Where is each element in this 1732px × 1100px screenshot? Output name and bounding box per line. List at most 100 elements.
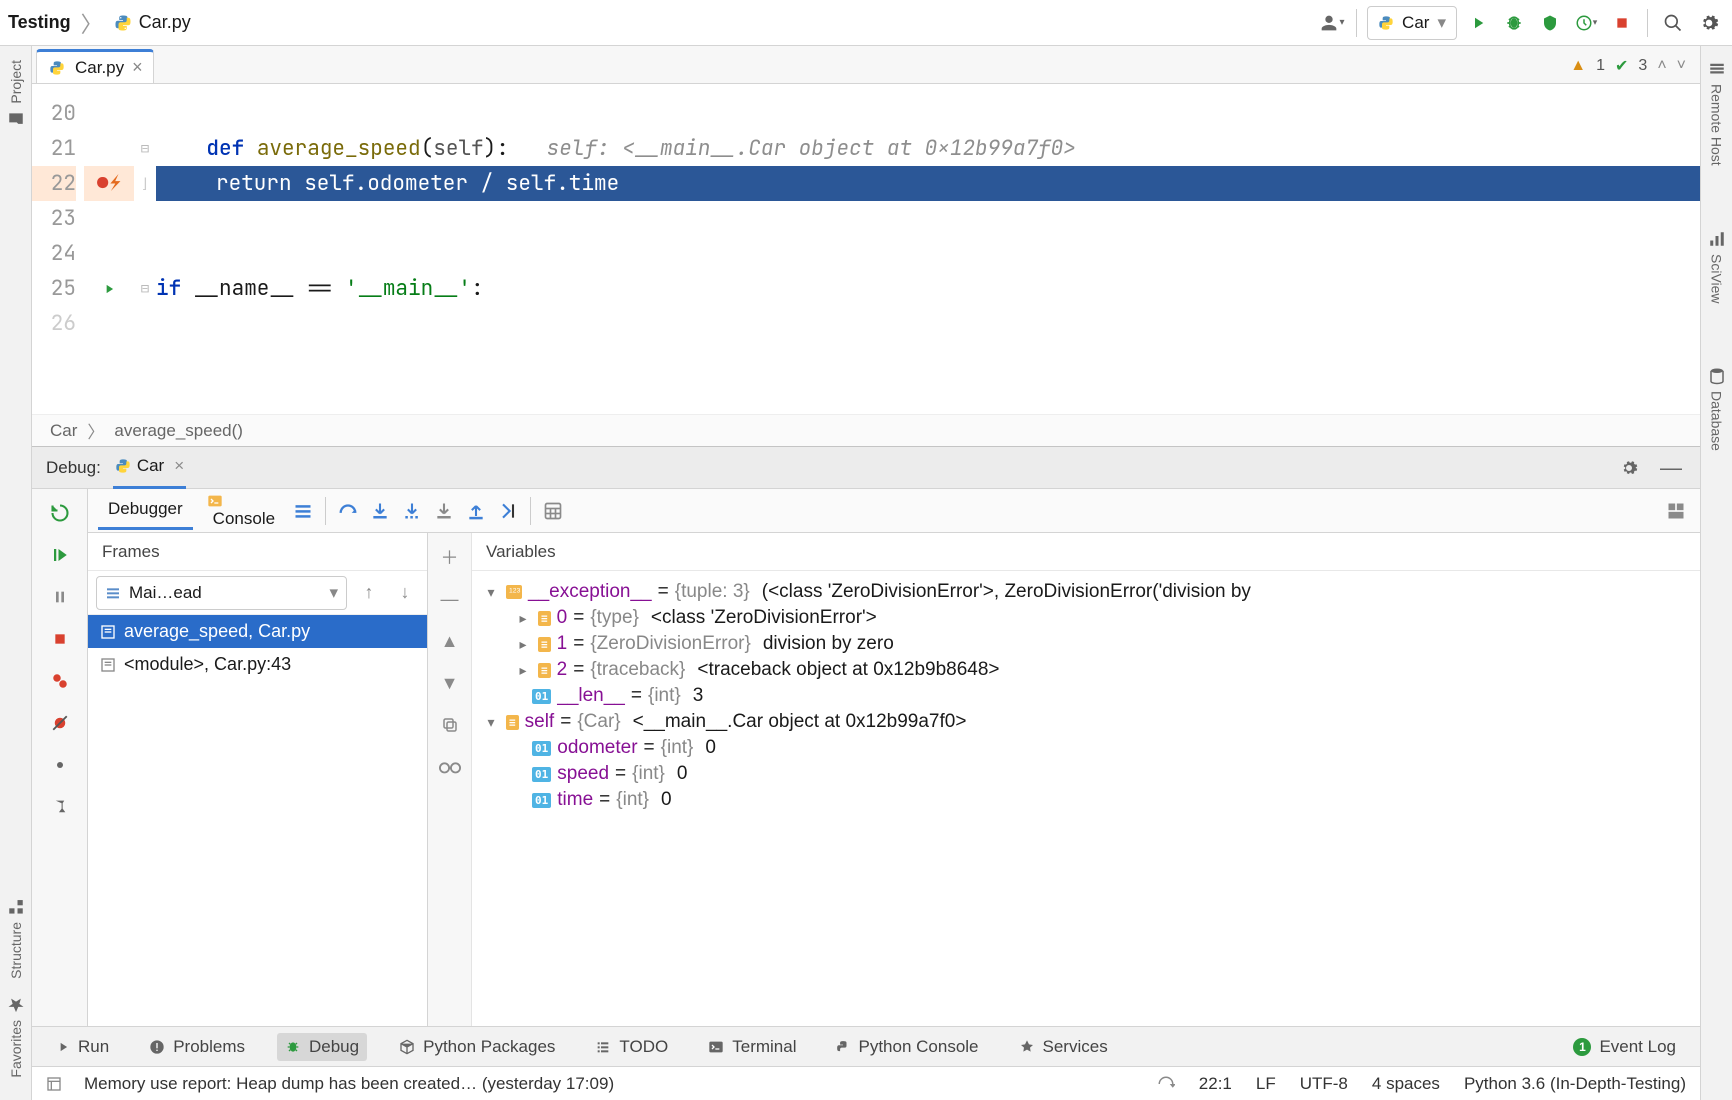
- search-button[interactable]: [1658, 8, 1688, 38]
- resume-icon[interactable]: [46, 541, 74, 569]
- step-into-my-icon[interactable]: [398, 497, 426, 525]
- var-self[interactable]: ▾ ≡ self = {Car} <__main__.Car object at…: [476, 709, 1696, 735]
- structure-tool-tab[interactable]: Structure: [7, 892, 25, 985]
- frame-item-1[interactable]: <module>, Car.py:43: [88, 648, 427, 681]
- close-tab-icon[interactable]: ×: [132, 57, 143, 78]
- var-odometer[interactable]: 01 odometer = {int} 0: [476, 735, 1696, 761]
- debug-settings-icon[interactable]: [1614, 453, 1644, 483]
- coverage-button[interactable]: [1535, 8, 1565, 38]
- view-breakpoints-icon[interactable]: [46, 667, 74, 695]
- breakpoint-icon[interactable]: ●: [97, 172, 108, 195]
- run-button[interactable]: [1463, 8, 1493, 38]
- sciview-tab[interactable]: SciView: [1708, 224, 1726, 310]
- run-config-selector[interactable]: Car ▾: [1367, 6, 1457, 40]
- editor[interactable]: 20 21 22 23 24 25 26 ● ⚡: [32, 84, 1700, 414]
- code-body[interactable]: def average_speed(self): self: <__main__…: [156, 84, 1700, 414]
- list-icon: [506, 585, 522, 599]
- terminal-tab[interactable]: Terminal: [700, 1033, 804, 1061]
- debug-button[interactable]: [1499, 8, 1529, 38]
- status-indent[interactable]: 4 spaces: [1372, 1074, 1440, 1094]
- fold-handle-icon[interactable]: ⊟: [141, 280, 149, 298]
- favorites-tool-tab[interactable]: Favorites: [7, 990, 25, 1084]
- next-frame-icon[interactable]: ↓: [391, 579, 419, 607]
- twisty-icon[interactable]: ▸: [514, 636, 532, 653]
- run-gutter-icon[interactable]: [102, 282, 116, 296]
- step-over-icon[interactable]: [334, 497, 362, 525]
- debug-tab[interactable]: Debug: [277, 1033, 367, 1061]
- var-len[interactable]: 01 __len__ = {int} 3: [476, 683, 1696, 709]
- breadcrumb-project[interactable]: Testing: [8, 12, 71, 33]
- fold-end-icon[interactable]: ⌋: [141, 175, 149, 193]
- var-time[interactable]: 01 time = {int} 0: [476, 787, 1696, 813]
- run-tab[interactable]: Run: [48, 1033, 117, 1061]
- mute-breakpoints-icon[interactable]: [46, 709, 74, 737]
- var-exc-2[interactable]: ▸ ≡ 2 = {traceback} <traceback object at…: [476, 657, 1696, 683]
- problems-tab[interactable]: Problems: [141, 1033, 253, 1061]
- ok-icon: ✔: [1615, 56, 1628, 76]
- threads-icon[interactable]: [289, 497, 317, 525]
- chevron-down-icon[interactable]: ˅: [1677, 57, 1686, 75]
- more-icon[interactable]: [46, 751, 74, 779]
- force-step-into-icon[interactable]: [430, 497, 458, 525]
- var-speed[interactable]: 01 speed = {int} 0: [476, 761, 1696, 787]
- run-config-name: Car: [1402, 13, 1429, 33]
- stop-button[interactable]: [1607, 8, 1637, 38]
- close-icon[interactable]: ×: [174, 456, 184, 476]
- layout-icon[interactable]: [1662, 497, 1690, 525]
- chevron-up-icon[interactable]: ˄: [1657, 57, 1666, 75]
- step-into-icon[interactable]: [366, 497, 394, 525]
- prev-frame-icon[interactable]: ↑: [355, 579, 383, 607]
- breadcrumb-file[interactable]: Car.py: [113, 12, 191, 33]
- remote-host-tab[interactable]: Remote Host: [1708, 54, 1726, 172]
- fold-handle-icon[interactable]: ⊟: [141, 140, 149, 158]
- status-tools-icon[interactable]: [46, 1076, 62, 1092]
- twisty-icon[interactable]: ▾: [482, 714, 500, 731]
- twisty-icon[interactable]: ▸: [514, 662, 532, 679]
- python-console-tab[interactable]: Python Console: [828, 1033, 986, 1061]
- var-exc-1[interactable]: ▸ ≡ 1 = {ZeroDivisionError} division by …: [476, 631, 1696, 657]
- status-eol[interactable]: LF: [1256, 1074, 1276, 1094]
- database-tab[interactable]: Database: [1708, 361, 1726, 457]
- glasses-icon[interactable]: [436, 753, 464, 781]
- step-out-icon[interactable]: [462, 497, 490, 525]
- profile-button[interactable]: ▾: [1571, 8, 1601, 38]
- user-menu-icon[interactable]: ▾: [1316, 8, 1346, 38]
- var-exc-0[interactable]: ▸ ≡ 0 = {type} <class 'ZeroDivisionError…: [476, 605, 1696, 631]
- status-interp[interactable]: Python 3.6 (In-Depth-Testing): [1464, 1074, 1686, 1094]
- status-sync-icon[interactable]: [1157, 1075, 1175, 1093]
- stop-icon[interactable]: [46, 625, 74, 653]
- services-tab[interactable]: Services: [1011, 1033, 1116, 1061]
- debugger-subtab[interactable]: Debugger: [98, 491, 193, 530]
- add-watch-icon[interactable]: ＋: [436, 543, 464, 571]
- pause-icon[interactable]: [46, 583, 74, 611]
- twisty-icon[interactable]: ▾: [482, 584, 500, 601]
- todo-tab[interactable]: TODO: [587, 1033, 676, 1061]
- minimize-icon[interactable]: —: [1656, 453, 1686, 483]
- project-tool-tab[interactable]: Project: [7, 54, 25, 134]
- python-file-icon: [113, 13, 133, 33]
- status-enc[interactable]: UTF-8: [1300, 1074, 1348, 1094]
- settings-button[interactable]: [1694, 8, 1724, 38]
- inspection-indicators[interactable]: ▲ 1 ✔ 3 ˄ ˅: [1570, 49, 1700, 83]
- frame-item-0[interactable]: average_speed, Car.py: [88, 615, 427, 648]
- watch-down-icon[interactable]: ▼: [436, 669, 464, 697]
- var-exception[interactable]: ▾ __exception__ = {tuple: 3} (<class 'Ze…: [476, 579, 1696, 605]
- console-subtab[interactable]: Console: [197, 485, 285, 537]
- packages-tab[interactable]: Python Packages: [391, 1033, 563, 1061]
- status-pos[interactable]: 22:1: [1199, 1074, 1232, 1094]
- evaluate-icon[interactable]: [539, 497, 567, 525]
- debug-session-tab[interactable]: Car ×: [113, 447, 186, 489]
- run-to-cursor-icon[interactable]: [494, 497, 522, 525]
- thread-selector[interactable]: Mai…ead ▾: [96, 576, 347, 610]
- status-msg[interactable]: Memory use report: Heap dump has been cr…: [84, 1074, 614, 1094]
- pin-icon[interactable]: [46, 793, 74, 821]
- editor-tab-car[interactable]: Car.py ×: [36, 49, 154, 83]
- copy-icon[interactable]: [436, 711, 464, 739]
- watch-up-icon[interactable]: ▲: [436, 627, 464, 655]
- caret-breadcrumb[interactable]: Car 〉 average_speed(): [32, 414, 1700, 446]
- eventlog-tab[interactable]: 1 Event Log: [1565, 1033, 1684, 1061]
- rerun-icon[interactable]: [46, 499, 74, 527]
- twisty-icon[interactable]: ▸: [514, 610, 532, 627]
- remove-watch-icon[interactable]: —: [436, 585, 464, 613]
- thread-name: Mai…ead: [129, 583, 202, 603]
